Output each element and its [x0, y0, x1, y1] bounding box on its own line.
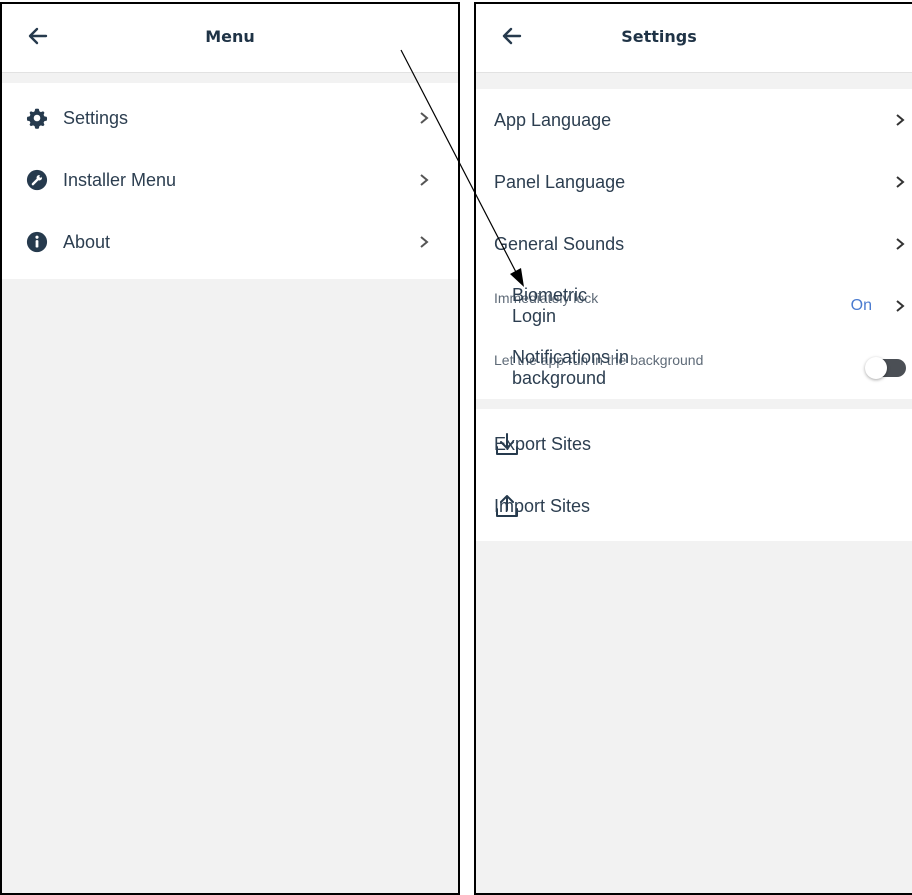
- settings-header: Settings: [476, 4, 912, 73]
- menu-list: Settings Installer Menu About: [2, 83, 458, 279]
- setting-label: General Sounds: [494, 233, 625, 254]
- export-sites-button[interactable]: Export Sites: [476, 413, 912, 475]
- chevron-right-icon: [896, 238, 905, 250]
- chevron-right-icon: [896, 114, 905, 126]
- chevron-right-icon: [420, 112, 429, 124]
- action-label: Export Sites: [494, 433, 592, 454]
- chevron-right-icon: [420, 174, 429, 186]
- page-title: Menu: [205, 27, 255, 46]
- setting-label: Biometric Login: [512, 285, 588, 326]
- menu-item-label: About: [63, 231, 111, 252]
- menu-header: Menu: [2, 4, 458, 73]
- menu-item-about[interactable]: About: [2, 211, 458, 273]
- menu-item-label: Installer Menu: [63, 169, 177, 190]
- gear-icon: [26, 108, 48, 129]
- setting-biometric-login[interactable]: Biometric Login Immediately lock On: [476, 275, 912, 337]
- sites-actions-list: Export Sites Import Sites: [476, 409, 912, 541]
- notifications-toggle[interactable]: [865, 357, 906, 379]
- setting-label: Panel Language: [494, 171, 626, 192]
- action-label: Import Sites: [494, 495, 591, 516]
- chevron-right-icon: [896, 300, 905, 312]
- menu-item-installer-menu[interactable]: Installer Menu: [2, 149, 458, 211]
- biometric-value: On: [850, 297, 872, 314]
- setting-panel-language[interactable]: Panel Language: [476, 151, 912, 213]
- toggle-knob: [865, 357, 887, 379]
- setting-notifications-background: Notifications in background Let the app …: [476, 337, 912, 399]
- setting-app-language[interactable]: App Language: [476, 89, 912, 151]
- settings-list: App Language Panel Language General Soun…: [476, 89, 912, 399]
- chevron-right-icon: [896, 176, 905, 188]
- setting-label: Notifications in background: [512, 347, 630, 388]
- page-title: Settings: [621, 27, 697, 46]
- import-sites-button[interactable]: Import Sites: [476, 475, 912, 537]
- setting-label: App Language: [494, 109, 612, 130]
- menu-screen: Menu Settings Installer Menu About: [0, 2, 460, 895]
- info-icon: [26, 231, 48, 253]
- wrench-icon: [26, 169, 48, 191]
- setting-general-sounds[interactable]: General Sounds: [476, 213, 912, 275]
- chevron-right-icon: [420, 236, 429, 248]
- menu-item-settings[interactable]: Settings: [2, 87, 458, 149]
- settings-screen: Settings App Language Panel Language Gen…: [474, 2, 912, 895]
- menu-item-label: Settings: [63, 107, 129, 128]
